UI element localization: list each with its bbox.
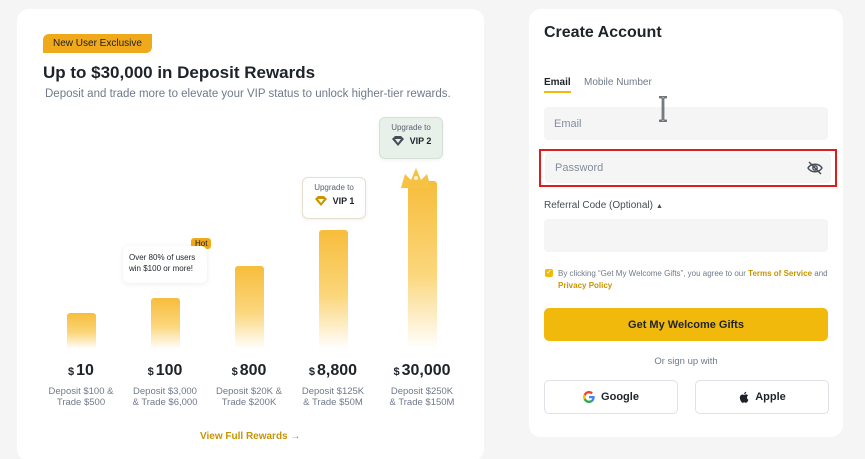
- diamond-icon: [314, 196, 327, 206]
- tier-requirement: Deposit $125K & Trade $50M: [301, 386, 365, 408]
- terms-checkbox[interactable]: ✓: [545, 269, 553, 277]
- promo-subtitle: Deposit and trade more to elevate your V…: [45, 88, 451, 100]
- password-field-highlight: [539, 149, 837, 187]
- eye-off-icon[interactable]: [807, 161, 823, 175]
- terms-of-service-link[interactable]: Terms of Service: [748, 269, 812, 278]
- tier-bar: [151, 298, 180, 349]
- tier-bar: [408, 181, 437, 349]
- vip2-label: VIP 2: [409, 136, 432, 146]
- promo-title: Up to $30,000 in Deposit Rewards: [43, 63, 316, 82]
- rewards-panel: New User Exclusive Up to $30,000 in Depo…: [17, 9, 484, 459]
- tier-requirement: Deposit $3,000 & Trade $6,000: [132, 386, 198, 408]
- tier-requirement: Deposit $100 & Trade $500: [48, 386, 114, 408]
- vip1-bubble: Upgrade to VIP 1: [302, 177, 366, 219]
- crown-icon: [401, 168, 431, 188]
- new-user-badge: New User Exclusive: [43, 34, 152, 53]
- tier-amount: $8,800: [308, 362, 358, 379]
- text-cursor-icon: [659, 96, 667, 122]
- tier-bar: [319, 230, 348, 349]
- tier-amount: $10: [68, 362, 94, 379]
- tier-amount: $800: [231, 362, 267, 379]
- form-title: Create Account: [544, 24, 662, 41]
- privacy-policy-link[interactable]: Privacy Policy: [558, 281, 612, 290]
- tab-email[interactable]: Email: [544, 77, 571, 93]
- password-field[interactable]: [545, 153, 831, 183]
- caret-up-icon: ▲: [655, 203, 663, 210]
- referral-label: Referral Code (Optional): [544, 200, 653, 211]
- vip2-bubble: Upgrade to VIP 2: [379, 117, 443, 159]
- tier-requirement: Deposit $250K & Trade $150M: [389, 386, 455, 408]
- google-icon: [583, 391, 595, 403]
- tier-amount: $30,000: [393, 362, 451, 379]
- google-signup-button[interactable]: Google: [544, 380, 678, 414]
- tab-mobile-number[interactable]: Mobile Number: [584, 77, 652, 88]
- terms-text: By clicking “Get My Welcome Gifts”, you …: [558, 269, 828, 290]
- view-full-rewards-link[interactable]: View Full Rewards →: [200, 431, 300, 442]
- referral-code-field[interactable]: [544, 219, 828, 252]
- tier-bar: [235, 266, 264, 349]
- tier-requirement: Deposit $20K & Trade $200K: [215, 386, 282, 408]
- apple-label: Apple: [755, 391, 786, 403]
- email-field[interactable]: [544, 107, 828, 140]
- tier-amount: $100: [147, 362, 183, 379]
- vip1-label: VIP 1: [332, 196, 355, 206]
- upgrade-label: Upgrade to: [391, 123, 431, 132]
- create-account-panel: Create Account Email Mobile Number Refer…: [529, 9, 843, 437]
- diamond-icon: [391, 136, 404, 146]
- apple-icon: [740, 391, 749, 403]
- referral-toggle[interactable]: Referral Code (Optional) ▲: [544, 200, 663, 211]
- google-label: Google: [601, 391, 639, 403]
- upgrade-label: Upgrade to: [314, 183, 354, 192]
- tier-bar: [67, 313, 96, 349]
- hot-note-bubble: Over 80% of users win $100 or more!: [123, 246, 207, 283]
- get-welcome-gifts-button[interactable]: Get My Welcome Gifts: [544, 308, 828, 341]
- or-sign-up-text: Or sign up with: [654, 356, 718, 367]
- apple-signup-button[interactable]: Apple: [695, 380, 829, 414]
